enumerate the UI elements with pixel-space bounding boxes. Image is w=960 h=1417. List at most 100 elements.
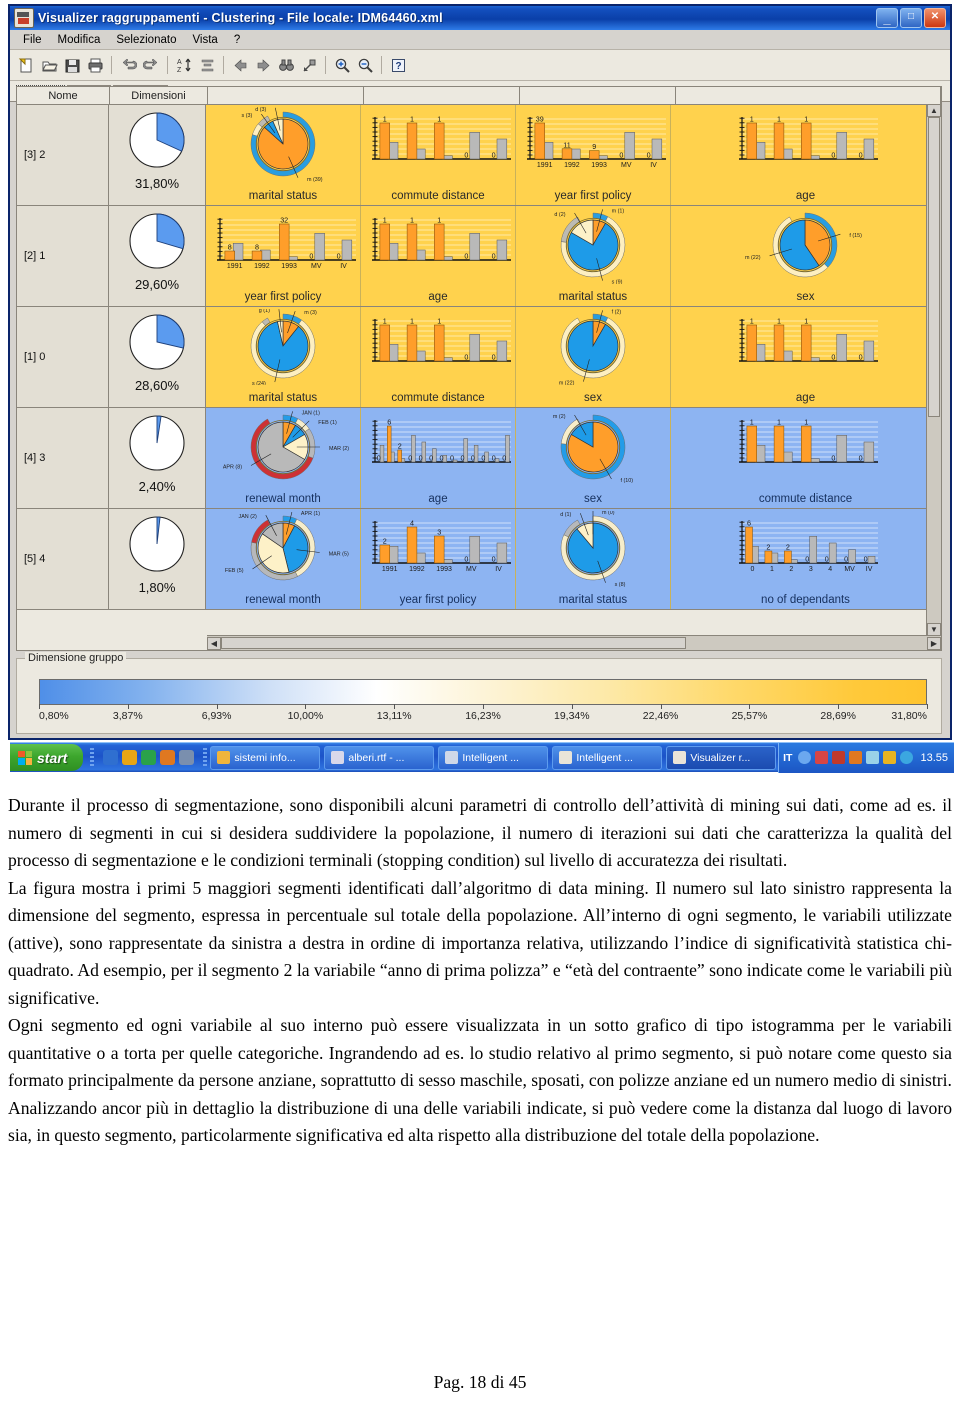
system-tray[interactable]: IT 13.55 (778, 742, 954, 773)
grid-column-nome[interactable]: Nome (17, 87, 110, 104)
variable-chart-cell[interactable]: 2 1991 4 1992 3 1993 0 MV 0 IV year first policy (361, 509, 516, 609)
grid-column-var1[interactable] (208, 87, 364, 104)
menu-bar[interactable]: File Modifica Selezionato Vista ? (10, 30, 950, 50)
row-size-cell[interactable]: 31,80% (109, 105, 206, 205)
menu-item-vista[interactable]: Vista (185, 33, 224, 47)
task-buttons[interactable]: sistemi info... alberi.rtf - ... Intellige… (210, 745, 778, 770)
variable-chart-cell[interactable]: m (1) s (9) d (2) marital status (516, 206, 671, 306)
zoom-in-icon[interactable] (331, 54, 353, 76)
variable-chart-cell[interactable]: 1 1 1 0 0 commute distance (361, 307, 516, 407)
sort-az-icon[interactable]: AZ (173, 54, 195, 76)
language-indicator[interactable]: IT (783, 752, 792, 764)
binoculars-find-icon[interactable] (275, 54, 297, 76)
table-row[interactable]: [4] 3 2,40% JAN (1) FEB (1) MAR (2) APR (8) r… (17, 408, 941, 509)
window-titlebar[interactable]: Visualizer raggruppamenti - Clustering -… (10, 6, 950, 30)
row-name-cell[interactable]: [5] 4 (17, 509, 109, 609)
new-icon[interactable] (15, 54, 37, 76)
taskbar-clock[interactable]: 13.55 (920, 752, 948, 764)
security-icon[interactable] (866, 751, 880, 764)
undo-icon[interactable] (117, 54, 139, 76)
variable-chart-cell[interactable]: 1 1 1 0 0 commute distance (361, 105, 516, 205)
variable-chart-cell[interactable]: f (15) m (22) sex (671, 206, 941, 306)
grid-column-dimensioni[interactable]: Dimensioni (110, 87, 208, 104)
forward-arrow-icon[interactable] (252, 54, 274, 76)
menu-item-selezionato[interactable]: Selezionato (109, 33, 183, 47)
taskbar-task-button[interactable]: Intelligent ... (438, 745, 549, 770)
variable-chart-cell[interactable]: 1 1 1 0 0 commute distance (671, 408, 941, 508)
grid-column-var2[interactable] (364, 87, 520, 104)
show-hidden-icon[interactable] (798, 751, 812, 764)
alert-icon[interactable] (883, 751, 897, 764)
taskbar-task-button[interactable]: Intelligent ... (552, 745, 663, 770)
show-desktop-icon[interactable] (179, 750, 195, 765)
row-size-cell[interactable]: 29,60% (109, 206, 206, 306)
table-row[interactable]: [5] 4 1,80% APR (1) MAR (5) FEB (5) JAN (2) r… (17, 509, 941, 610)
variable-chart-cell[interactable]: 8 1991 8 1992 32 1993 0 MV 0 IV year first policy (206, 206, 361, 306)
print-icon[interactable] (84, 54, 106, 76)
vertical-scroll-thumb[interactable] (928, 117, 940, 417)
row-name-cell[interactable]: [2] 1 (17, 206, 109, 306)
update-icon[interactable] (849, 751, 863, 764)
internet-explorer-icon[interactable] (103, 750, 119, 765)
taskbar-task-button[interactable]: alberi.rtf - ... (324, 745, 435, 770)
row-size-cell[interactable]: 28,60% (109, 307, 206, 407)
scroll-left-arrow[interactable]: ◀ (207, 636, 221, 650)
variable-chart-cell[interactable]: APR (1) MAR (5) FEB (5) JAN (2) renewal mont… (206, 509, 361, 609)
align-icon[interactable] (196, 54, 218, 76)
row-name-cell[interactable]: [1] 0 (17, 307, 109, 407)
variable-chart-cell[interactable]: m (39) s (3) d (3) marital status (206, 105, 361, 205)
variable-chart-cell[interactable]: 1 1 1 0 0 age (671, 307, 941, 407)
variable-chart-cell[interactable]: 1 1 1 0 0 age (361, 206, 516, 306)
start-button[interactable]: start (10, 744, 84, 771)
variable-chart-cell[interactable]: 6 0 2 1 2 2 0 3 0 4 0 MV 0 IV no of dependants (671, 509, 941, 609)
help-icon[interactable]: ? (387, 54, 409, 76)
variable-chart-cell[interactable]: 1 1 1 0 0 age (671, 105, 941, 205)
grid-column-var4[interactable] (676, 87, 941, 104)
taskbar-task-button[interactable]: Visualizer r... (666, 745, 777, 770)
row-name-cell[interactable]: [3] 2 (17, 105, 109, 205)
maximize-button[interactable]: □ (900, 8, 922, 28)
grid-horizontal-scrollbar[interactable]: ◀ ▶ (207, 635, 941, 650)
table-row[interactable]: [3] 2 31,80% m (39) s (3) d (3) marital stat… (17, 105, 941, 206)
variable-chart-cell[interactable]: f (2) m (22) sex (516, 307, 671, 407)
variable-chart-cell[interactable]: f (10) m (2) sex (516, 408, 671, 508)
row-size-cell[interactable]: 2,40% (109, 408, 206, 508)
messenger-icon[interactable] (160, 750, 176, 765)
grid-column-var3[interactable] (520, 87, 676, 104)
variable-chart-cell[interactable]: 0 6 2 0 0 0 0 0 0 0 0 0 0 age (361, 408, 516, 508)
open-folder-icon[interactable] (38, 54, 60, 76)
table-row[interactable]: [2] 1 29,60% 8 1991 8 1992 32 1993 0 MV 0 IV year f… (17, 206, 941, 307)
antivirus-icon[interactable] (832, 751, 846, 764)
search-icon[interactable] (900, 751, 914, 764)
row-name-cell[interactable]: [4] 3 (17, 408, 109, 508)
menu-item-help[interactable]: ? (227, 33, 247, 47)
minimize-button[interactable]: _ (876, 8, 898, 28)
scroll-up-arrow[interactable]: ▲ (927, 104, 941, 117)
zoom-out-icon[interactable] (354, 54, 376, 76)
variable-chart-cell[interactable]: 39 1991 11 1992 9 1993 0 MV 0 IV year first policy (516, 105, 671, 205)
expand-node-icon[interactable] (298, 54, 320, 76)
redo-icon[interactable] (140, 54, 162, 76)
save-icon[interactable] (61, 54, 83, 76)
variable-chart-cell[interactable]: m (3) s (24) g (1) marital status (206, 307, 361, 407)
quick-launch-bar[interactable] (97, 750, 200, 765)
grid-vertical-scrollbar[interactable]: ▲ ▼ (926, 104, 941, 636)
network-icon[interactable] (815, 751, 829, 764)
media-player-icon[interactable] (122, 750, 138, 765)
close-button[interactable]: ✕ (924, 8, 946, 28)
table-row[interactable]: [1] 0 28,60% m (3) s (24) g (1) marital stat… (17, 307, 941, 408)
taskbar-grip[interactable] (203, 747, 208, 768)
menu-item-file[interactable]: File (16, 33, 49, 47)
back-arrow-icon[interactable] (229, 54, 251, 76)
taskbar-grip[interactable] (90, 747, 95, 768)
outlook-icon[interactable] (141, 750, 157, 765)
variable-chart-cell[interactable]: m (0) s (8) d (1) marital status (516, 509, 671, 609)
taskbar-task-button[interactable]: sistemi info... (210, 745, 321, 770)
scroll-right-arrow[interactable]: ▶ (927, 636, 941, 650)
windows-taskbar[interactable]: start sistemi info... alberi.rtf - ... Int… (10, 742, 954, 773)
row-size-cell[interactable]: 1,80% (109, 509, 206, 609)
horizontal-scroll-thumb[interactable] (221, 637, 686, 649)
variable-chart-cell[interactable]: JAN (1) FEB (1) MAR (2) APR (8) renewal mont… (206, 408, 361, 508)
menu-item-modifica[interactable]: Modifica (51, 33, 108, 47)
toolbar[interactable]: AZ ? (10, 50, 950, 81)
